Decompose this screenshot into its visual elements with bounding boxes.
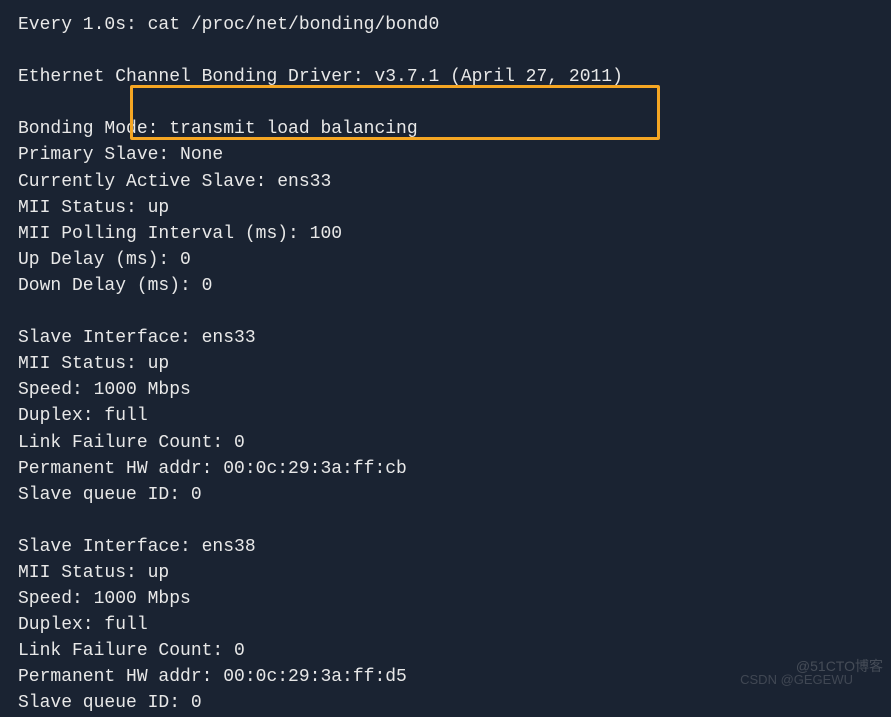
slave1-mii-status-line: MII Status: up: [18, 351, 873, 377]
bonding-mode-line: Bonding Mode: transmit load balancing: [18, 116, 873, 142]
slave2-duplex-line: Duplex: full: [18, 612, 873, 638]
watch-command-line: Every 1.0s: cat /proc/net/bonding/bond0: [18, 12, 873, 38]
blank-line: [18, 90, 873, 116]
slave1-speed-line: Speed: 1000 Mbps: [18, 377, 873, 403]
slave1-hw-addr-line: Permanent HW addr: 00:0c:29:3a:ff:cb: [18, 456, 873, 482]
slave2-speed-line: Speed: 1000 Mbps: [18, 586, 873, 612]
slave2-queue-id-line: Slave queue ID: 0: [18, 690, 873, 716]
terminal-output: Every 1.0s: cat /proc/net/bonding/bond0 …: [18, 12, 873, 717]
slave2-link-failure-line: Link Failure Count: 0: [18, 638, 873, 664]
slave1-duplex-line: Duplex: full: [18, 403, 873, 429]
slave1-link-failure-line: Link Failure Count: 0: [18, 430, 873, 456]
primary-slave-line: Primary Slave: None: [18, 142, 873, 168]
active-slave-line: Currently Active Slave: ens33: [18, 169, 873, 195]
mii-status-line: MII Status: up: [18, 195, 873, 221]
slave2-interface-line: Slave Interface: ens38: [18, 534, 873, 560]
slave1-queue-id-line: Slave queue ID: 0: [18, 482, 873, 508]
down-delay-line: Down Delay (ms): 0: [18, 273, 873, 299]
blank-line: [18, 38, 873, 64]
slave1-interface-line: Slave Interface: ens33: [18, 325, 873, 351]
blank-line: [18, 299, 873, 325]
up-delay-line: Up Delay (ms): 0: [18, 247, 873, 273]
driver-version-line: Ethernet Channel Bonding Driver: v3.7.1 …: [18, 64, 873, 90]
mii-polling-line: MII Polling Interval (ms): 100: [18, 221, 873, 247]
watermark-csdn: CSDN @GEGEWU: [740, 671, 853, 690]
blank-line: [18, 508, 873, 534]
slave2-mii-status-line: MII Status: up: [18, 560, 873, 586]
